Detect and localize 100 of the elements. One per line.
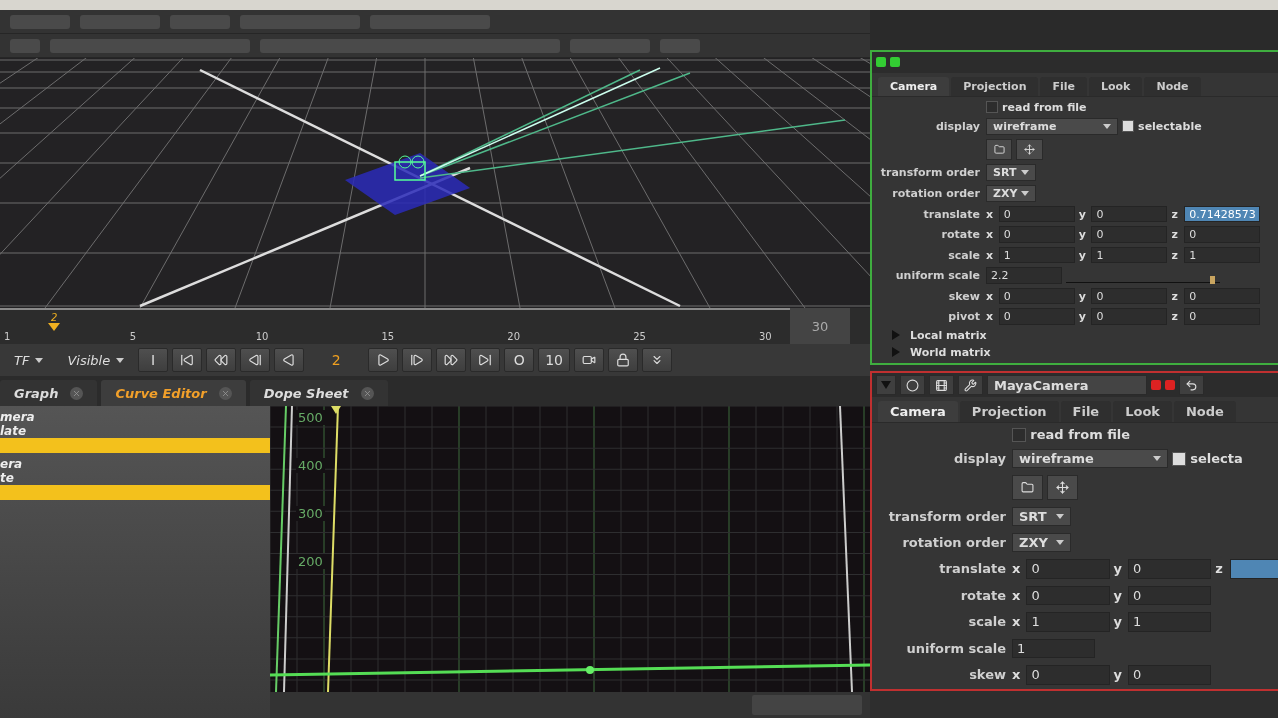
increment-field[interactable]: 10 [538,348,570,372]
group-toggle[interactable]: World matrix [872,345,1278,359]
curve-name[interactable]: era [0,457,270,471]
tab[interactable]: Camera [878,76,950,96]
play-backward-button[interactable] [274,348,305,372]
number-field[interactable]: 0 [1184,308,1261,325]
number-field[interactable]: 1 [998,246,1075,264]
number-field[interactable]: 0 [998,287,1075,305]
tab[interactable]: Node [1174,401,1236,423]
close-icon[interactable] [360,386,374,400]
number-field[interactable]: 0 [998,308,1075,325]
previous-keyframe-button[interactable] [206,348,237,372]
tab[interactable]: Projection [951,76,1039,96]
axis-label: z [1215,561,1224,577]
last-frame-button[interactable] [470,348,501,372]
order-dropdown[interactable]: SRT [1012,507,1071,527]
panel-tab[interactable]: Graph [0,380,98,406]
checkbox[interactable] [1172,451,1187,467]
slider-thumb[interactable] [1210,276,1216,284]
film-button[interactable] [929,375,954,395]
next-keyframe-button[interactable] [436,348,467,372]
color-swatch[interactable] [1165,380,1175,391]
in-point-button[interactable]: I [138,348,169,372]
group-toggle[interactable]: Local matrix [872,328,1278,342]
number-field[interactable]: 0 [1184,226,1261,243]
axis-button[interactable] [1047,475,1079,501]
number-field[interactable]: 0 [1091,287,1168,305]
step-back-button[interactable] [240,348,271,372]
play-button[interactable] [368,348,399,372]
number-field[interactable]: 0 [1127,665,1212,685]
tab[interactable]: Look [1089,76,1143,96]
number-field[interactable]: 0 [998,205,1075,223]
end-frame-field[interactable]: 30 [790,308,850,344]
number-field[interactable]: 0 [1091,226,1168,243]
node-name-field[interactable]: MayaCamera [987,375,1147,395]
out-point-button[interactable]: O [504,348,535,372]
color-swatch[interactable] [1151,380,1161,391]
caret-icon [1055,514,1064,520]
folder-button[interactable] [986,138,1013,160]
tab[interactable]: Look [1113,401,1172,423]
checkbox[interactable] [1122,120,1135,133]
tab[interactable]: File [1060,401,1112,423]
number-field[interactable]: 0 [1127,559,1212,579]
number-field[interactable]: 1 [1127,612,1212,632]
tab[interactable]: Node [1144,76,1201,96]
field-label: transform order [879,165,980,179]
tab[interactable]: File [1040,76,1087,96]
number-field[interactable]: 0 [1026,665,1110,685]
number-field[interactable]: 1 [1091,246,1168,264]
order-dropdown[interactable]: ZXY [1012,533,1071,553]
axis-button[interactable] [1016,138,1043,160]
status-light [890,57,900,68]
number-field[interactable]: 2.2 [986,267,1062,284]
number-field[interactable]: 1 [1012,638,1096,659]
undo-button[interactable] [1179,375,1204,395]
close-icon[interactable] [218,386,232,400]
number-field[interactable]: 0 [1091,205,1168,223]
expand-button[interactable] [642,348,672,372]
axis-label: y [1078,310,1087,324]
panel-tab[interactable]: Curve Editor [101,380,246,406]
close-icon[interactable] [70,386,84,400]
curve-name[interactable]: mera [0,410,270,424]
axis-label: y [1078,207,1087,221]
order-dropdown[interactable]: ZXY [986,184,1036,202]
checkbox[interactable] [1012,427,1027,443]
number-field[interactable]: 0.71428573 [1184,205,1261,223]
viewport-scene-drawing[interactable] [0,58,870,308]
number-field[interactable]: 0 [1026,559,1110,579]
panel-tab[interactable]: Dope Sheet [249,380,388,406]
number-field[interactable]: 0 [1184,287,1261,305]
axis-tick-label: 500 [296,410,325,425]
visibility-dropdown[interactable]: Visible [57,348,135,372]
curve-graph-drawing[interactable] [270,406,870,692]
curve-name[interactable]: late [0,424,270,438]
tab[interactable]: Projection [959,401,1059,423]
step-forward-button[interactable] [402,348,433,372]
number-field[interactable]: 0 [998,226,1075,243]
settings-button[interactable] [958,375,983,395]
folder-button[interactable] [1012,475,1044,501]
number-field[interactable]: 1 [1184,246,1261,264]
first-frame-button[interactable] [172,348,203,372]
display-dropdown[interactable]: wireframe [1012,449,1168,469]
number-field[interactable]: 0 [1026,585,1110,606]
checkbox[interactable] [986,101,999,114]
current-frame-field[interactable]: 2 [308,348,365,372]
display-dropdown[interactable]: wireframe [986,117,1118,135]
tab[interactable]: Camera [878,401,958,423]
number-field[interactable]: 1 [1026,612,1110,632]
curve-name[interactable]: te [0,471,270,485]
record-button[interactable] [574,348,604,372]
number-field[interactable]: 0 [1127,585,1212,606]
playhead[interactable]: 2 [47,312,62,331]
move-icon [1024,143,1036,155]
lock-button[interactable] [608,348,638,372]
order-dropdown[interactable]: SRT [986,163,1036,181]
viewer-button[interactable] [900,375,925,395]
field-label: rotate [940,228,980,242]
number-field[interactable]: 0 [1091,308,1168,325]
caret-icon [1153,456,1161,462]
mode-dropdown[interactable]: TF [4,348,54,372]
